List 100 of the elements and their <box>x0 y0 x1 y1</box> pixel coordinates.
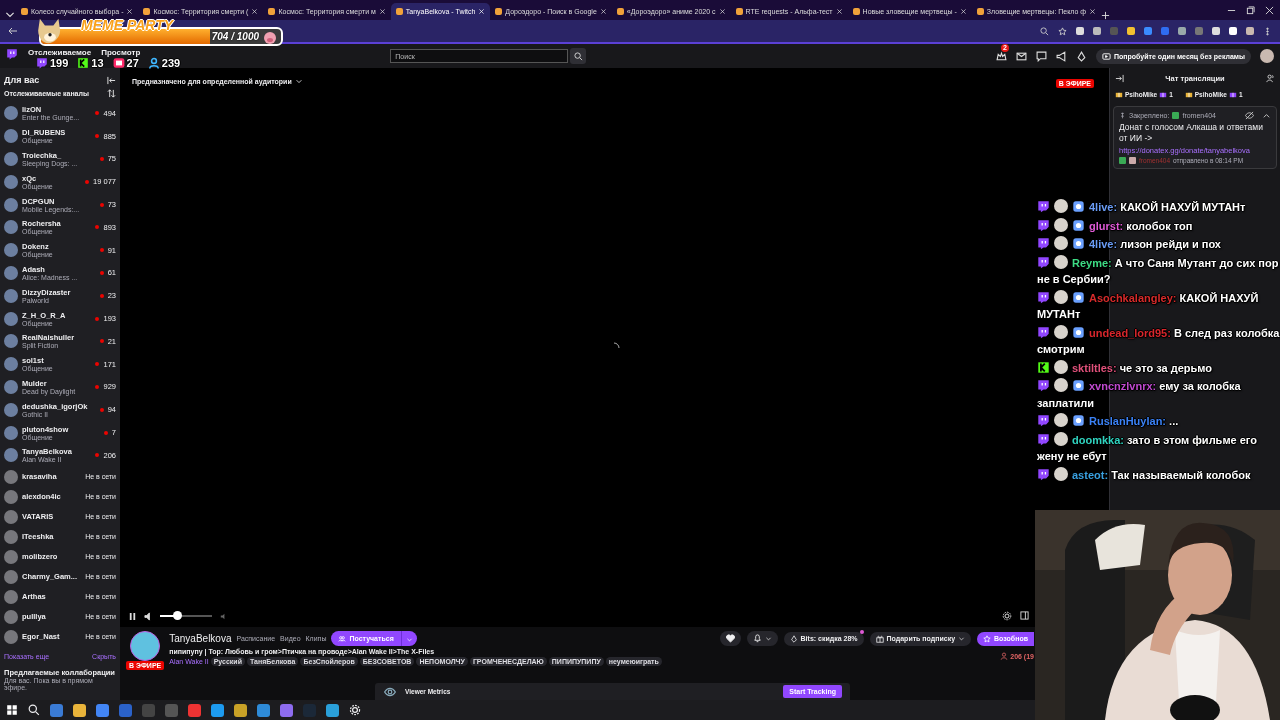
volume-icon[interactable] <box>144 611 153 621</box>
sidebar-title: Для вас <box>4 75 40 85</box>
app-icon[interactable] <box>211 703 224 717</box>
extension-icon[interactable] <box>1076 27 1084 35</box>
settings-icon[interactable] <box>1002 611 1012 621</box>
chat-message: Reyme: А что Саня Мутант до сих пор не в Сербии? <box>1036 254 1280 287</box>
nav-link[interactable]: Отслеживаемое <box>28 44 92 57</box>
extension-icon[interactable] <box>1144 27 1152 35</box>
viewer-counter: 239 <box>161 57 181 69</box>
gift-icon <box>1159 90 1168 98</box>
chat-bubble-icon <box>1037 290 1050 304</box>
close-icon[interactable] <box>959 8 967 15</box>
users-icon[interactable] <box>1266 73 1275 83</box>
chevron-up-icon[interactable] <box>1262 111 1271 120</box>
diamond-icon <box>789 634 798 643</box>
logo-icon <box>77 57 90 69</box>
app-icon[interactable] <box>326 703 339 717</box>
follow-button[interactable] <box>719 631 741 646</box>
search-icon[interactable] <box>28 704 40 716</box>
favicon-icon <box>852 8 860 15</box>
gift-icon <box>875 634 884 643</box>
chat-message: glurst: колобок топ <box>1035 217 1280 234</box>
chat-bubble-icon <box>1037 325 1050 339</box>
people-icon <box>338 634 347 643</box>
favicon-icon <box>143 8 151 15</box>
bell-icon <box>752 634 762 643</box>
close-icon[interactable] <box>599 8 607 15</box>
person-icon <box>147 57 160 69</box>
heart-icon <box>725 634 735 643</box>
app-icon[interactable] <box>96 703 109 717</box>
live-dot-icon <box>99 270 104 275</box>
app-icon[interactable] <box>234 703 247 717</box>
back-arrow-icon[interactable] <box>8 26 18 36</box>
mail-icon[interactable] <box>1016 50 1027 62</box>
viewer-counter: 27 <box>126 57 139 69</box>
extension-icon[interactable] <box>1127 27 1135 35</box>
close-icon[interactable] <box>835 8 843 15</box>
collapse-icon[interactable] <box>107 75 116 85</box>
star-icon <box>983 634 992 643</box>
extension-icon[interactable] <box>1246 27 1254 35</box>
app-icon[interactable] <box>50 703 63 717</box>
chat-bubble-icon <box>1037 255 1050 269</box>
pause-icon[interactable] <box>128 611 137 621</box>
logo-icon <box>112 57 125 69</box>
extension-icon[interactable] <box>1229 27 1237 35</box>
notifications-button[interactable] <box>746 631 778 646</box>
chat-bubble-icon <box>1037 379 1050 392</box>
badge-icon <box>1119 157 1126 164</box>
menu-icon[interactable] <box>1263 26 1272 36</box>
chat-bubble-icon <box>1037 467 1050 481</box>
close-icon[interactable] <box>1265 5 1274 15</box>
pinned-text: Донат с голосом Алкаша и ответами от ИИ -> <box>1119 122 1264 144</box>
channel-name[interactable]: TanyaBelkova <box>169 633 232 644</box>
nav-link[interactable]: Просмотр <box>101 44 141 57</box>
extension-icon[interactable] <box>1178 27 1186 35</box>
app-icon[interactable] <box>257 703 270 717</box>
plus-icon[interactable] <box>1101 11 1111 20</box>
app-icon[interactable] <box>280 703 293 717</box>
live-dot-icon <box>95 134 100 139</box>
search-button[interactable] <box>570 48 587 64</box>
close-icon[interactable] <box>126 8 134 15</box>
viewer-counter: 199 <box>50 57 69 69</box>
chat-message: Asochkalangley: КАКОЙ НАХУЙ МУТАНт <box>1036 289 1260 322</box>
app-icon[interactable] <box>73 703 86 717</box>
hide-icon[interactable] <box>1245 111 1254 120</box>
theater-icon[interactable] <box>1020 611 1029 620</box>
live-dot-icon <box>95 111 100 116</box>
chevron-down-icon[interactable] <box>294 77 303 85</box>
chat-icon[interactable] <box>1036 50 1047 62</box>
sort-icon[interactable] <box>107 89 116 98</box>
extension-icon[interactable] <box>1093 27 1101 35</box>
chat-bubble-icon <box>1037 200 1050 213</box>
pin-icon <box>1119 112 1126 119</box>
extension-icon[interactable] <box>1212 27 1220 35</box>
goal-reading: 704 / 1000 <box>211 31 259 42</box>
collapse-icon[interactable] <box>1115 73 1124 83</box>
search-icon <box>573 51 583 61</box>
diamond-icon[interactable] <box>1076 50 1087 62</box>
live-dot-icon <box>99 157 104 161</box>
channel-avatar[interactable] <box>130 631 161 661</box>
logo-icon[interactable] <box>6 48 18 60</box>
live-dot-icon <box>99 339 104 344</box>
live-dot-icon <box>99 248 104 253</box>
restore-icon[interactable] <box>1246 5 1255 15</box>
star-icon[interactable] <box>1058 26 1067 36</box>
close-icon[interactable] <box>1089 8 1097 15</box>
close-icon[interactable] <box>251 8 259 15</box>
close-icon[interactable] <box>718 8 726 15</box>
settings-icon[interactable] <box>349 704 361 716</box>
megaphone-icon[interactable] <box>1056 50 1067 62</box>
user-avatar[interactable] <box>1260 49 1274 63</box>
windows-icon[interactable] <box>6 704 18 716</box>
chat-bubble-icon <box>1037 432 1050 446</box>
close-icon[interactable] <box>378 8 386 15</box>
crown-icon[interactable] <box>996 50 1007 62</box>
app-icon[interactable] <box>188 703 201 717</box>
favicon-icon <box>21 8 28 15</box>
gift-icon <box>1228 90 1237 98</box>
eye-icon <box>383 685 397 698</box>
zoom-icon[interactable] <box>1040 26 1049 36</box>
